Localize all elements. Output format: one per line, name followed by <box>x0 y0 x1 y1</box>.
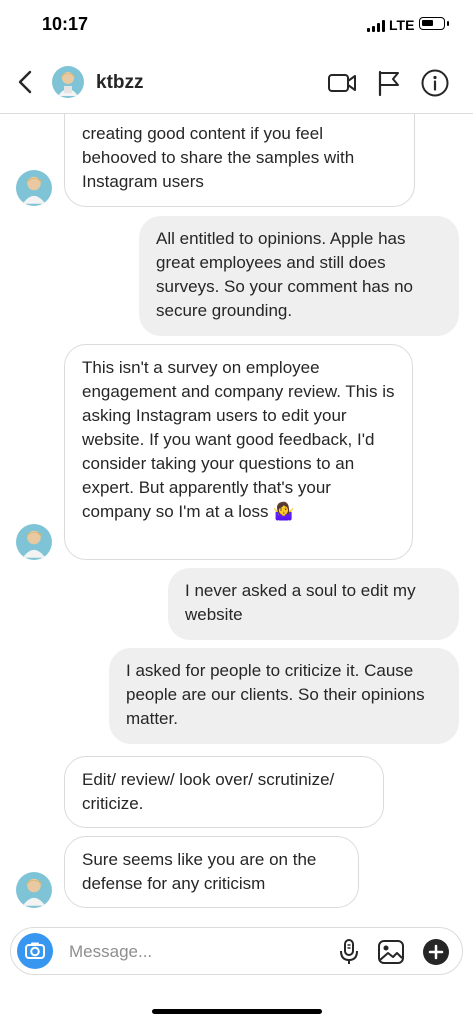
network-label: LTE <box>389 17 415 33</box>
add-icon[interactable] <box>421 937 451 967</box>
microphone-icon[interactable] <box>334 937 364 967</box>
gallery-icon[interactable] <box>376 937 406 967</box>
message-bubble-received[interactable]: creating good content if you feel behoov… <box>64 114 415 207</box>
message-thread: creating good content if you feel behoov… <box>0 114 473 924</box>
chat-username[interactable]: ktbzz <box>96 72 144 94</box>
flag-icon[interactable] <box>374 68 404 98</box>
status-bar: 10:17 LTE <box>0 0 473 50</box>
camera-button[interactable] <box>17 933 53 969</box>
status-time: 10:17 <box>42 14 89 34</box>
message-bubble-sent[interactable]: I asked for people to criticize it. Caus… <box>109 648 459 744</box>
avatar[interactable] <box>16 872 52 908</box>
home-indicator[interactable] <box>152 1009 322 1014</box>
back-chevron-icon[interactable] <box>14 68 38 96</box>
message-bubble-sent[interactable]: I never asked a soul to edit my website <box>168 568 459 640</box>
camera-icon <box>25 942 45 959</box>
message-input[interactable] <box>67 938 311 966</box>
message-bubble-received[interactable]: Edit/ review/ look over/ scrutinize/ cri… <box>64 756 384 828</box>
message-bubble-sent[interactable]: All entitled to opinions. Apple has grea… <box>139 216 459 336</box>
message-composer <box>10 927 463 975</box>
message-bubble-received[interactable]: Sure seems like you are on the defense f… <box>64 836 359 908</box>
avatar[interactable] <box>16 524 52 560</box>
info-icon[interactable] <box>420 68 450 98</box>
chat-header: ktbzz <box>0 52 473 114</box>
signal-icon <box>367 20 385 32</box>
video-camera-icon[interactable] <box>327 68 357 98</box>
battery-icon <box>419 17 449 30</box>
avatar[interactable] <box>16 170 52 206</box>
message-bubble-received[interactable]: This isn't a survey on employee engageme… <box>64 344 413 560</box>
avatar[interactable] <box>52 66 84 98</box>
